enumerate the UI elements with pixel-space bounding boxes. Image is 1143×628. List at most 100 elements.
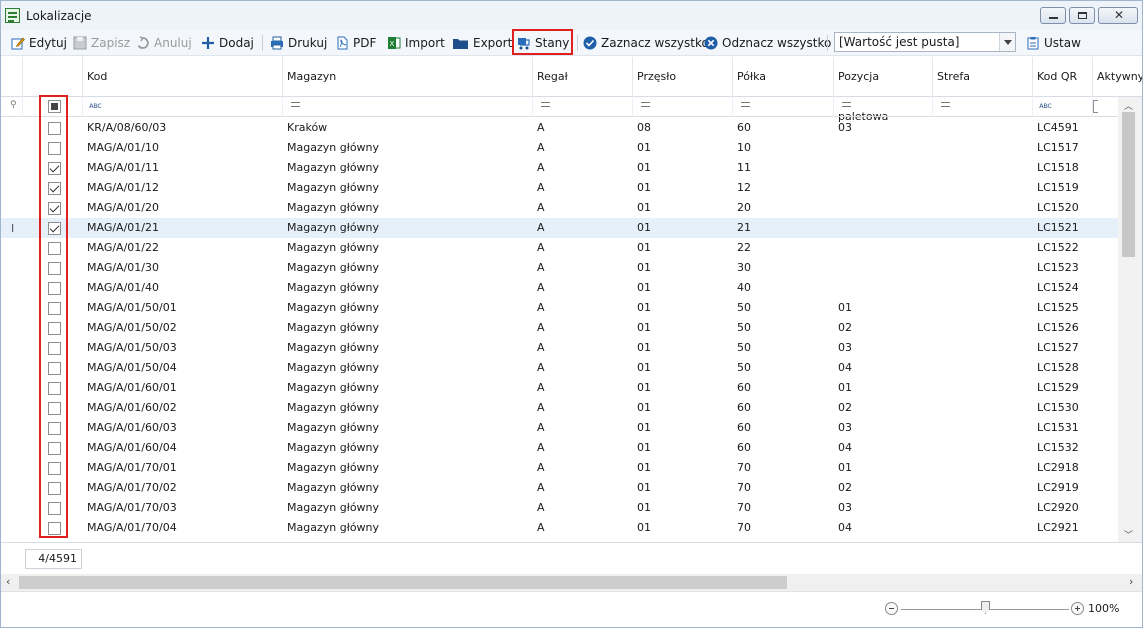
- filter-pin: ⚲: [1, 97, 23, 117]
- plus-icon: [201, 36, 215, 50]
- column-header-przeslo[interactable]: Przęsło: [633, 57, 733, 97]
- cell-polka: 22: [737, 241, 751, 254]
- filter-pozycja[interactable]: [834, 97, 933, 117]
- table-row[interactable]: MAG/A/01/11 Magazyn główny A 01 11 LC1518: [1, 158, 1118, 178]
- table-row[interactable]: MAG/A/01/50/03 Magazyn główny A 01 50 03 LC152…: [1, 338, 1118, 358]
- table-row[interactable]: MAG/A/01/60/02 Magazyn główny A 01 60 02 LC153…: [1, 398, 1118, 418]
- zoom-out-button[interactable]: [885, 602, 898, 615]
- column-header-kod[interactable]: Kod: [83, 57, 283, 97]
- cell-pozycja: 01: [838, 461, 852, 474]
- filter-kod[interactable]: ᴀʙᴄ: [83, 97, 283, 117]
- filter-polka[interactable]: [733, 97, 834, 117]
- cell-pozycja: [834, 138, 933, 158]
- column-header-pozycja[interactable]: Pozycja paletowa: [834, 57, 933, 123]
- scroll-down-icon[interactable]: ﹀: [1124, 528, 1133, 541]
- column-header-polka[interactable]: Półka: [733, 57, 834, 97]
- filter-przeslo[interactable]: [633, 97, 733, 117]
- table-row[interactable]: MAG/A/01/22 Magazyn główny A 01 22 LC1522: [1, 238, 1118, 258]
- column-header-strefa[interactable]: Strefa: [933, 57, 1033, 97]
- table-row[interactable]: MAG/A/01/20 Magazyn główny A 01 20 LC1520: [1, 198, 1118, 218]
- cell-pozycja: 02: [838, 401, 852, 414]
- cell-magazyn: Magazyn główny: [287, 361, 380, 374]
- add-button[interactable]: Dodaj: [201, 34, 254, 52]
- table-row[interactable]: MAG/A/01/70/02 Magazyn główny A 01 70 02 LC291…: [1, 478, 1118, 498]
- cell-strefa: [933, 118, 1033, 138]
- cell-magazyn: Magazyn główny: [287, 281, 380, 294]
- deselect-all-button[interactable]: Odznacz wszystko: [704, 34, 831, 52]
- table-row[interactable]: MAG/A/01/30 Magazyn główny A 01 30 LC1523: [1, 258, 1118, 278]
- table-row[interactable]: MAG/A/01/50/01 Magazyn główny A 01 50 01 LC152…: [1, 298, 1118, 318]
- cell-kod: MAG/A/01/70/01: [87, 461, 177, 474]
- scroll-left-icon[interactable]: ‹: [6, 575, 10, 588]
- deselect-all-label: Odznacz wszystko: [722, 36, 832, 50]
- printer-icon: [270, 36, 284, 50]
- table-row[interactable]: MAG/A/01/60/04 Magazyn główny A 01 60 04 LC153…: [1, 438, 1118, 458]
- cell-polka: 12: [737, 181, 751, 194]
- x-circle-icon: [704, 36, 718, 50]
- select-all-button[interactable]: Zaznacz wszystko: [583, 34, 709, 52]
- cell-kod: MAG/A/01/21: [87, 221, 159, 234]
- table-row[interactable]: MAG/A/01/40 Magazyn główny A 01 40 LC1524: [1, 278, 1118, 298]
- equals-filter-icon: [641, 102, 650, 107]
- cell-pozycja: 03: [838, 121, 852, 134]
- horizontal-scrollbar[interactable]: ‹ ›: [1, 574, 1142, 591]
- vertical-scroll-thumb[interactable]: [1122, 112, 1135, 257]
- scroll-right-icon[interactable]: ›: [1129, 575, 1133, 588]
- cell-przeslo: 01: [637, 461, 651, 474]
- zoom-in-button[interactable]: [1071, 602, 1084, 615]
- save-button[interactable]: Zapisz: [73, 34, 130, 52]
- maximize-button[interactable]: [1069, 7, 1095, 24]
- table-row[interactable]: MAG/A/01/70/03 Magazyn główny A 01 70 03 LC292…: [1, 498, 1118, 518]
- vertical-scrollbar[interactable]: ︿ ﹀: [1118, 97, 1142, 542]
- set-button[interactable]: Ustaw: [1026, 34, 1081, 52]
- minimize-button[interactable]: [1040, 7, 1066, 24]
- cell-kod: MAG/A/01/12: [87, 181, 159, 194]
- export-button[interactable]: Export: [452, 34, 512, 52]
- table-row[interactable]: MAG/A/01/70/04 Magazyn główny A 01 70 04 LC292…: [1, 518, 1118, 538]
- status-bar: 100%: [1, 591, 1142, 627]
- cell-kod: MAG/A/01/60/02: [87, 401, 177, 414]
- table-row[interactable]: MAG/A/01/60/03 Magazyn główny A 01 60 03 LC153…: [1, 418, 1118, 438]
- scroll-up-icon[interactable]: ︿: [1124, 99, 1133, 112]
- horizontal-scroll-thumb[interactable]: [19, 576, 787, 589]
- filter-magazyn[interactable]: [283, 97, 533, 117]
- table-row[interactable]: I MAG/A/01/21 Magazyn główny A 01 21 LC1521: [1, 218, 1118, 238]
- table-row[interactable]: MAG/A/01/50/04 Magazyn główny A 01 50 04 LC152…: [1, 358, 1118, 378]
- print-button[interactable]: Drukuj: [270, 34, 327, 52]
- column-header-aktywny[interactable]: Aktywny: [1093, 57, 1142, 97]
- cell-strefa: [933, 258, 1033, 278]
- column-header-magazyn[interactable]: Magazyn: [283, 57, 533, 97]
- filter-value-combo[interactable]: [Wartość jest pusta]: [834, 32, 1016, 52]
- cell-polka: 50: [737, 321, 751, 334]
- cancel-button[interactable]: Anuluj: [136, 34, 192, 52]
- pdf-button[interactable]: PDF: [335, 34, 376, 52]
- cell-strefa: [933, 278, 1033, 298]
- checkbox-header[interactable]: [23, 57, 83, 97]
- filter-strefa[interactable]: [933, 97, 1033, 117]
- filter-regal[interactable]: [533, 97, 633, 117]
- cell-kod: MAG/A/01/50/02: [87, 321, 177, 334]
- cell-magazyn: Magazyn główny: [287, 341, 380, 354]
- table-row[interactable]: MAG/A/01/12 Magazyn główny A 01 12 LC1519: [1, 178, 1118, 198]
- filter-aktywny[interactable]: [1093, 97, 1118, 117]
- zoom-slider-thumb[interactable]: [981, 601, 990, 614]
- chevron-down-icon[interactable]: [999, 33, 1015, 51]
- close-button[interactable]: ✕: [1098, 7, 1138, 24]
- table-row[interactable]: MAG/A/01/60/01 Magazyn główny A 01 60 01 LC152…: [1, 378, 1118, 398]
- cell-kod-qr: LC1524: [1037, 281, 1079, 294]
- column-header-regal[interactable]: Regał: [533, 57, 633, 97]
- cell-regal: A: [537, 481, 545, 494]
- edit-button[interactable]: Edytuj: [11, 34, 67, 52]
- table-row[interactable]: MAG/A/01/50/02 Magazyn główny A 01 50 02 LC152…: [1, 318, 1118, 338]
- cell-polka: 50: [737, 361, 751, 374]
- filter-kod-qr[interactable]: ᴀʙᴄ: [1033, 97, 1093, 117]
- select-all-label: Zaznacz wszystko: [601, 36, 709, 50]
- import-button[interactable]: X Import: [387, 34, 445, 52]
- cell-regal: A: [537, 201, 545, 214]
- column-header-kod-qr[interactable]: Kod QR: [1033, 57, 1093, 97]
- cell-pozycja: [834, 198, 933, 218]
- cell-magazyn: Magazyn główny: [287, 201, 380, 214]
- table-row[interactable]: KR/A/08/60/03 Kraków A 08 60 03 LC4591: [1, 118, 1118, 138]
- table-row[interactable]: MAG/A/01/10 Magazyn główny A 01 10 LC1517: [1, 138, 1118, 158]
- table-row[interactable]: MAG/A/01/70/01 Magazyn główny A 01 70 01 LC291…: [1, 458, 1118, 478]
